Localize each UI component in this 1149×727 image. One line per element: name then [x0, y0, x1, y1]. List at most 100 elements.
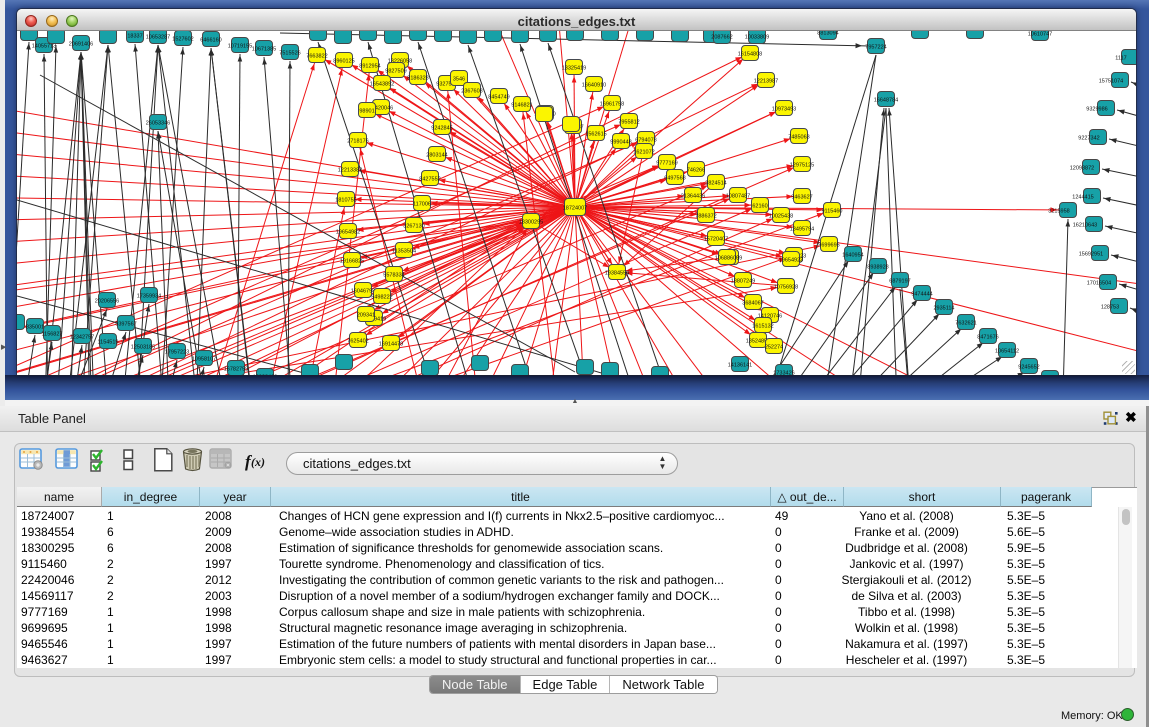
svg-text:12923468: 12923468	[253, 375, 277, 376]
svg-text:2803144: 2803144	[426, 153, 447, 159]
svg-text:7632621: 7632621	[955, 321, 976, 327]
svg-text:1562615: 1562615	[585, 132, 606, 138]
svg-text:17957223: 17957223	[165, 350, 189, 356]
svg-text:16210643: 16210643	[1073, 223, 1097, 229]
svg-text:1527602: 1527602	[172, 37, 193, 43]
svg-text:18807249: 18807249	[731, 279, 755, 285]
svg-text:20691406: 20691406	[69, 42, 93, 48]
svg-text:8454749: 8454749	[488, 95, 509, 101]
svg-text:18724007: 18724007	[563, 206, 587, 212]
svg-text:6794078: 6794078	[635, 138, 656, 144]
svg-text:3267130: 3267130	[403, 224, 424, 230]
svg-text:10719155: 10719155	[228, 44, 252, 50]
svg-text:8938928: 8938928	[867, 265, 888, 271]
svg-text:9699695: 9699695	[818, 243, 839, 249]
svg-text:9115460: 9115460	[821, 209, 842, 215]
svg-text:9245652: 9245652	[1018, 365, 1039, 371]
svg-text:11353504: 11353504	[392, 249, 416, 255]
svg-text:8471676: 8471676	[977, 335, 998, 341]
svg-text:9827509: 9827509	[385, 69, 406, 75]
svg-text:13325419: 13325419	[562, 66, 586, 72]
svg-text:19654923: 19654923	[779, 258, 803, 264]
svg-text:128753: 128753	[1101, 305, 1119, 311]
svg-text:7663822: 7663822	[306, 54, 327, 60]
svg-text:12975125: 12975125	[790, 163, 814, 169]
svg-text:1640954: 1640954	[842, 253, 863, 259]
svg-text:6497568: 6497568	[664, 176, 685, 182]
svg-text:10973493: 10973493	[772, 107, 796, 113]
svg-text:10654112: 10654112	[995, 349, 1019, 355]
svg-text:10756928: 10756928	[774, 285, 798, 291]
svg-text:16914479: 16914479	[379, 342, 403, 348]
svg-text:9146821: 9146821	[511, 103, 532, 109]
svg-text:252274: 252274	[765, 345, 783, 351]
svg-text:18337: 18337	[127, 34, 142, 40]
svg-text:15751074: 15751074	[1099, 79, 1123, 85]
svg-text:9227342: 9227342	[1078, 136, 1099, 142]
svg-text:19384554: 19384554	[605, 271, 629, 277]
svg-text:6879197: 6879197	[889, 279, 910, 285]
svg-text:17016504: 17016504	[1087, 281, 1111, 287]
svg-text:7957224: 7957224	[865, 45, 886, 51]
svg-text:3824514: 3824514	[705, 181, 726, 187]
svg-text:3215958: 3215958	[1048, 209, 1069, 215]
svg-text:16648784: 16648784	[874, 98, 898, 104]
svg-text:9397567: 9397567	[115, 322, 136, 328]
svg-text:14136141: 14136141	[728, 363, 752, 369]
svg-text:16782759: 16782759	[224, 367, 248, 373]
svg-text:117006: 117006	[413, 202, 431, 208]
svg-text:1733426: 1733426	[773, 371, 794, 376]
svg-text:9474444: 9474444	[911, 292, 932, 298]
svg-text:10807487: 10807487	[726, 194, 750, 200]
svg-text:18300295: 18300295	[519, 220, 543, 226]
svg-text:9463627: 9463627	[791, 195, 812, 201]
svg-text:9329986: 9329986	[1086, 107, 1107, 113]
svg-text:62160: 62160	[752, 204, 767, 210]
svg-text:9777169: 9777169	[656, 161, 677, 167]
svg-text:10033809: 10033809	[745, 35, 769, 41]
svg-text:9990448: 9990448	[610, 140, 631, 146]
svg-text:1156827: 1156827	[41, 332, 62, 338]
svg-text:2087662: 2087662	[711, 35, 732, 41]
svg-text:209341: 209341	[357, 313, 375, 319]
svg-text:5578334: 5578334	[383, 273, 404, 279]
svg-text:835001: 835001	[26, 325, 44, 331]
svg-text:14055713: 14055713	[32, 44, 56, 50]
svg-text:16961758: 16961758	[600, 102, 624, 108]
svg-text:19654982: 19654982	[336, 230, 360, 236]
svg-text:7625402: 7625402	[347, 339, 368, 345]
svg-text:2367608: 2367608	[461, 89, 482, 95]
svg-text:7955812: 7955812	[618, 120, 639, 126]
svg-text:16640910: 16640910	[582, 83, 606, 89]
svg-text:3684067: 3684067	[742, 301, 763, 307]
svg-text:1810755: 1810755	[335, 198, 356, 204]
svg-text:20206556: 20206556	[95, 299, 119, 305]
svg-text:7886372: 7886372	[695, 214, 716, 220]
svg-text:16543892: 16543892	[370, 82, 394, 88]
svg-text:6466160: 6466160	[200, 38, 221, 44]
svg-text:3546: 3546	[453, 77, 465, 83]
svg-text:15720407: 15720407	[704, 237, 728, 243]
svg-text:8813094: 8813094	[817, 31, 838, 37]
svg-text:17359934: 17359934	[137, 294, 161, 300]
svg-text:98901: 98901	[359, 109, 374, 115]
svg-text:26053346: 26053346	[146, 121, 170, 127]
svg-text:1244415: 1244415	[1072, 195, 1093, 201]
svg-text:8186328: 8186328	[407, 76, 428, 82]
svg-text:7515526: 7515526	[279, 51, 300, 57]
svg-text:2718176: 2718176	[347, 139, 368, 145]
svg-text:8960125: 8960125	[333, 59, 354, 65]
svg-text:15692951: 15692951	[1079, 252, 1103, 258]
svg-text:(x): (x)	[251, 455, 265, 469]
svg-text:9242845: 9242845	[431, 126, 452, 132]
svg-text:10671385: 10671385	[252, 47, 276, 53]
svg-text:10958107: 10958107	[192, 357, 216, 363]
svg-text:21364436: 21364436	[681, 194, 705, 200]
svg-text:10688609: 10688609	[715, 256, 739, 262]
svg-text:10653287: 10653287	[146, 35, 170, 41]
svg-text:8912954: 8912954	[359, 64, 380, 70]
svg-text:746266: 746266	[687, 168, 705, 174]
svg-text:10025438: 10025438	[769, 214, 793, 220]
svg-text:16154808: 16154808	[738, 52, 762, 58]
svg-text:8427552: 8427552	[419, 177, 440, 183]
